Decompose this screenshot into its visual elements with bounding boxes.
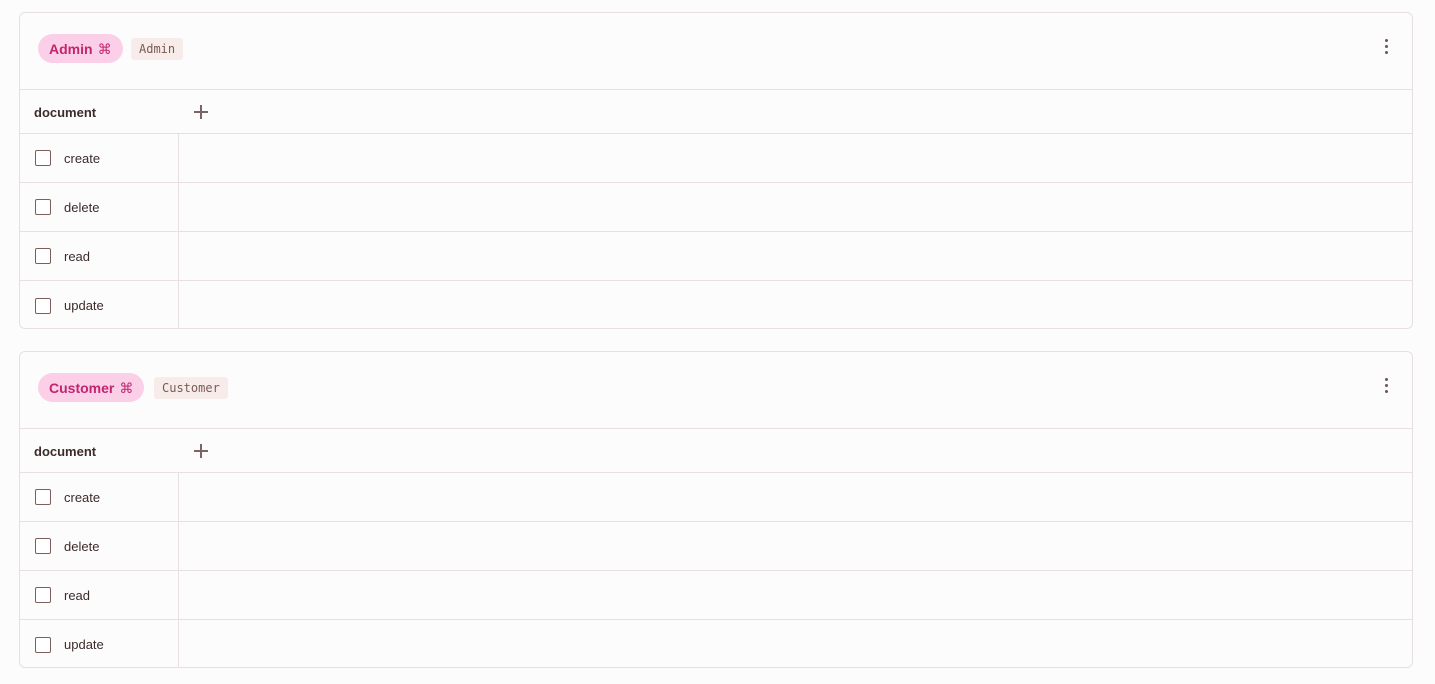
permission-cell: create <box>20 134 179 182</box>
permission-checkbox[interactable] <box>35 538 51 554</box>
add-permission-button[interactable] <box>190 440 212 462</box>
resource-name: document <box>34 443 97 459</box>
permission-cell: delete <box>20 183 179 231</box>
permission-label: update <box>64 298 104 313</box>
permission-row: delete <box>20 522 1412 571</box>
permission-checkbox[interactable] <box>35 248 51 264</box>
command-icon: ⌘ <box>119 379 134 396</box>
permission-row: create <box>20 473 1412 522</box>
role-card-customer: Customer ⌘ Customer document create dele… <box>19 351 1413 668</box>
permission-cell: read <box>20 571 179 619</box>
permission-label: update <box>64 637 104 652</box>
role-header: Admin ⌘ Admin <box>20 13 1412 90</box>
role-name: Admin <box>49 40 93 57</box>
add-permission-button[interactable] <box>190 101 212 123</box>
role-name-pill[interactable]: Admin ⌘ <box>38 34 123 63</box>
permission-row: create <box>20 134 1412 183</box>
permission-cell: read <box>20 232 179 280</box>
permission-label: create <box>64 150 101 166</box>
permission-checkbox[interactable] <box>35 199 51 215</box>
permission-row: delete <box>20 183 1412 232</box>
role-card-admin: Admin ⌘ Admin document create delete rea… <box>19 12 1413 329</box>
permission-label: read <box>64 248 91 264</box>
permission-checkbox[interactable] <box>35 150 51 166</box>
resource-name: document <box>34 104 97 120</box>
permission-cell: create <box>20 473 179 521</box>
role-code-badge: Customer <box>154 377 228 399</box>
more-vertical-icon[interactable] <box>1376 36 1396 56</box>
role-name: Customer <box>49 379 115 396</box>
command-icon: ⌘ <box>97 40 112 57</box>
permission-row: update <box>20 281 1412 328</box>
resource-header-row: document <box>20 429 1412 473</box>
permission-label: read <box>64 587 91 603</box>
permission-label: create <box>64 489 101 505</box>
permission-cell: update <box>20 620 179 667</box>
permission-label: delete <box>64 199 100 215</box>
permission-checkbox[interactable] <box>35 636 51 653</box>
resource-header-row: document <box>20 90 1412 134</box>
roles-permissions-page: Admin ⌘ Admin document create delete rea… <box>0 0 1435 684</box>
role-header: Customer ⌘ Customer <box>20 352 1412 429</box>
permission-cell: update <box>20 281 179 328</box>
permission-checkbox[interactable] <box>35 587 51 603</box>
role-code-badge: Admin <box>131 38 184 60</box>
permission-row: read <box>20 232 1412 281</box>
more-vertical-icon[interactable] <box>1376 375 1396 395</box>
permission-label: delete <box>64 538 100 554</box>
permission-checkbox[interactable] <box>35 489 51 505</box>
permission-cell: delete <box>20 522 179 570</box>
role-name-pill[interactable]: Customer ⌘ <box>38 373 145 402</box>
permission-row: update <box>20 620 1412 667</box>
permission-checkbox[interactable] <box>35 297 51 314</box>
permission-row: read <box>20 571 1412 620</box>
